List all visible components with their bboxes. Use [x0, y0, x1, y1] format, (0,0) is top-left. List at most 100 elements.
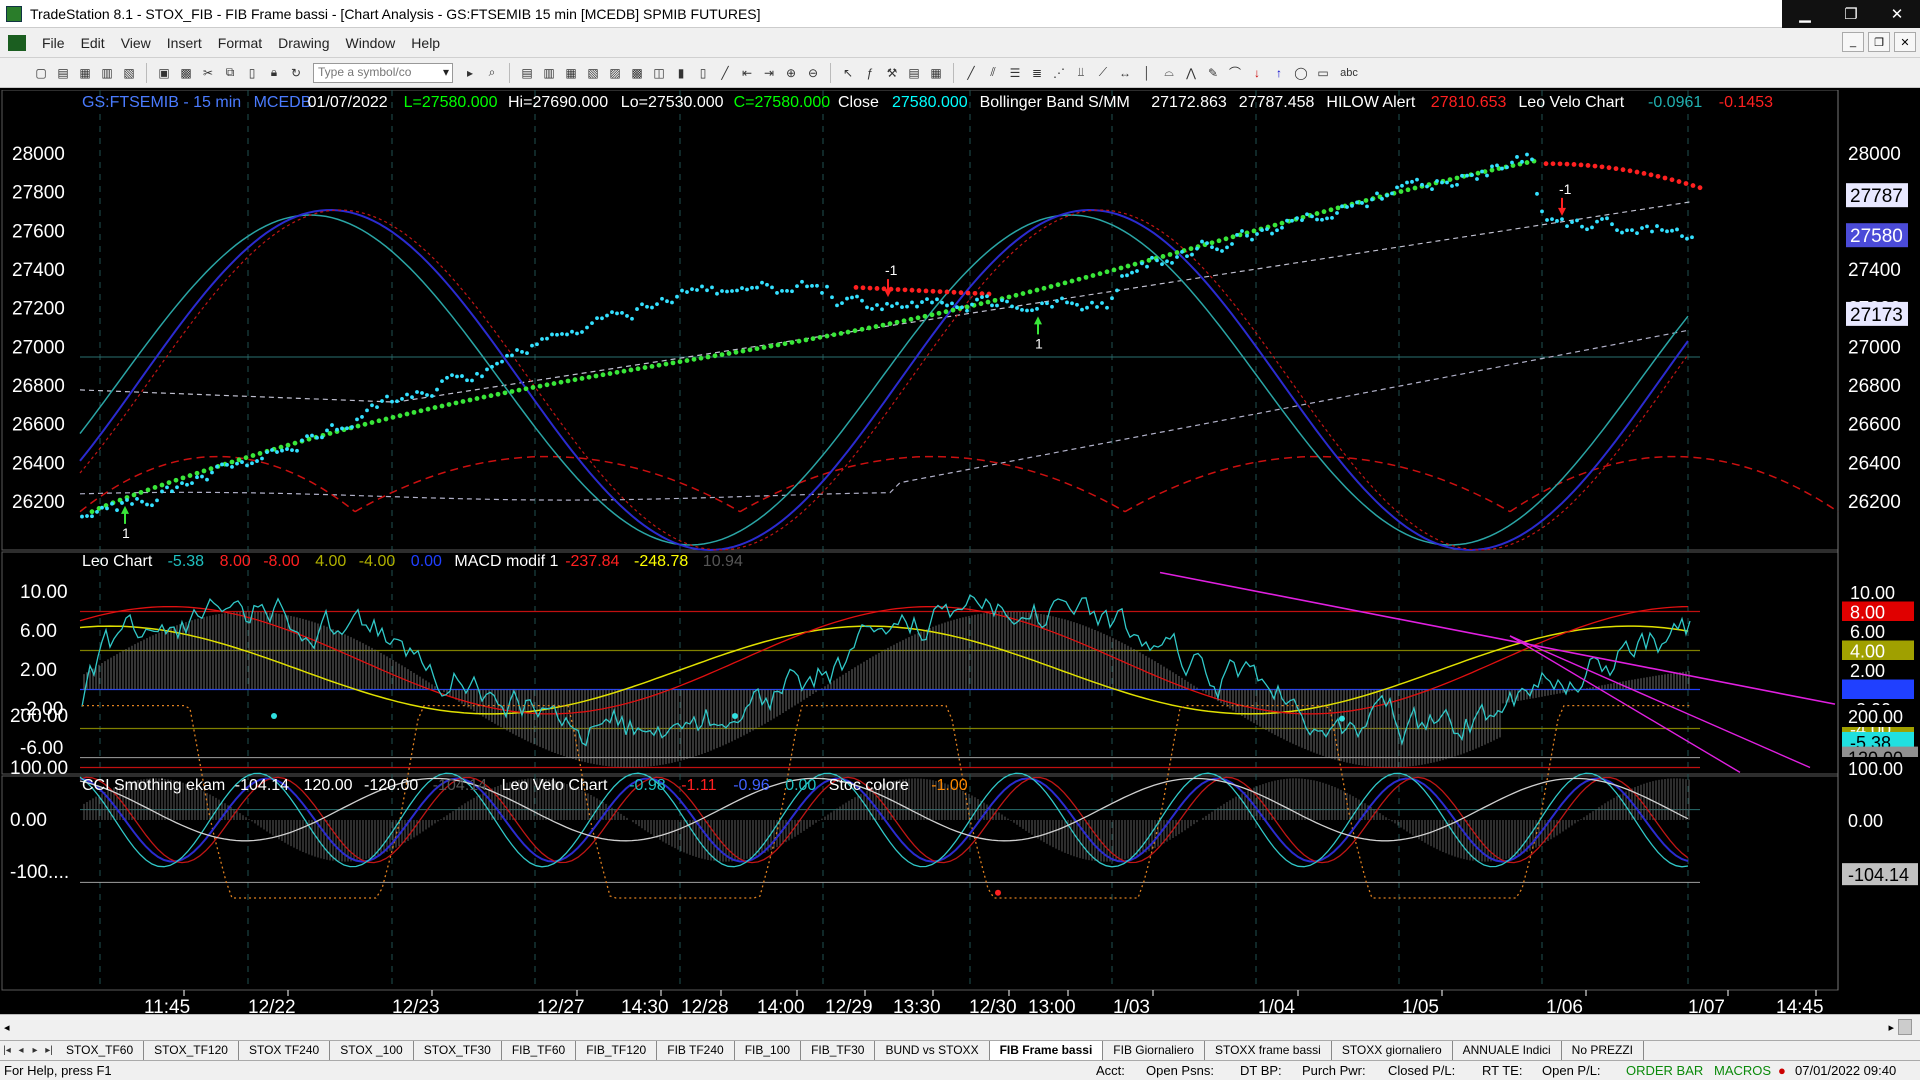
save-icon[interactable]: ▦: [76, 64, 94, 82]
lock-icon[interactable]: 🔒︎: [265, 64, 283, 82]
status-macros[interactable]: MACROS: [1714, 1063, 1771, 1078]
channel-icon[interactable]: ⫽: [984, 64, 1002, 82]
scanner-icon[interactable]: ▧: [584, 64, 602, 82]
mdi-minimize-button[interactable]: _: [1842, 32, 1864, 52]
optionstation-icon[interactable]: ◫: [650, 64, 668, 82]
tab-stox-tf60[interactable]: STOX_TF60: [56, 1040, 145, 1061]
chart-document-icon[interactable]: [8, 34, 26, 51]
horizontal-line-icon[interactable]: ☰: [1006, 64, 1024, 82]
measure-icon[interactable]: ↔: [1116, 64, 1134, 82]
play-arrow-icon[interactable]: ▸: [461, 64, 479, 82]
chart-icon[interactable]: ▤: [518, 64, 536, 82]
print-icon[interactable]: ▣: [155, 64, 173, 82]
symbol-input[interactable]: Type a symbol/co: [313, 62, 453, 83]
menu-view[interactable]: View: [113, 35, 159, 51]
menu-insert[interactable]: Insert: [159, 35, 210, 51]
paste-icon[interactable]: ▯: [243, 64, 261, 82]
regression-icon[interactable]: ⟋: [1094, 64, 1112, 82]
tab-fib-100[interactable]: FIB_100: [735, 1040, 802, 1061]
vertical-line-icon[interactable]: │: [1138, 64, 1156, 82]
arrow-up-icon[interactable]: ↑: [1270, 64, 1288, 82]
tab-fib-tf60[interactable]: FIB_TF60: [502, 1040, 577, 1061]
speed-line-icon[interactable]: ⋀: [1182, 64, 1200, 82]
tab-no-prezzi[interactable]: No PREZZI: [1562, 1040, 1645, 1061]
news-icon[interactable]: ▨: [606, 64, 624, 82]
price-close-dot: [1565, 224, 1569, 229]
text-tool-icon[interactable]: abc: [1336, 64, 1362, 82]
line-chart-icon[interactable]: ╱: [716, 64, 734, 82]
chart-analysis-window[interactable]: 2800028000278002780027600276002740027400…: [0, 90, 1920, 1014]
status-order-bar[interactable]: ORDER BAR: [1626, 1063, 1703, 1078]
menu-file[interactable]: File: [34, 35, 73, 51]
minimize-button[interactable]: ▁: [1782, 0, 1828, 28]
chart-scrollbar[interactable]: ◂ ▸: [0, 1014, 1920, 1040]
tab-stoxx-frame-bassi[interactable]: STOXX frame bassi: [1205, 1040, 1332, 1061]
new-file-icon[interactable]: ▢: [32, 64, 50, 82]
open-file-icon[interactable]: ▤: [54, 64, 72, 82]
pen-icon[interactable]: ✎: [1204, 64, 1222, 82]
scrollbar-thumb[interactable]: [1898, 1019, 1912, 1035]
trendline-icon[interactable]: ╱: [962, 64, 980, 82]
ellipse-icon[interactable]: ◯: [1292, 64, 1310, 82]
scroll-left-arrow-icon[interactable]: ◂: [4, 1021, 10, 1034]
print-preview-icon[interactable]: ▩: [177, 64, 195, 82]
menu-edit[interactable]: Edit: [73, 35, 113, 51]
mdi-close-button[interactable]: ✕: [1894, 32, 1916, 52]
chart-canvas[interactable]: 2800028000278002780027600276002740027400…: [0, 90, 1920, 1014]
tab-bund-vs-stoxx[interactable]: BUND vs STOXX: [875, 1040, 990, 1061]
tab-next-icon[interactable]: ▸: [28, 1045, 42, 1056]
zoom-out-icon[interactable]: ⊖: [804, 64, 822, 82]
tab-stox-tf240[interactable]: STOX TF240: [239, 1040, 331, 1061]
tab-prev-icon[interactable]: ◂: [14, 1045, 28, 1056]
tab-first-icon[interactable]: |◂: [0, 1045, 14, 1056]
arrow-down-icon[interactable]: ↓: [1248, 64, 1266, 82]
tab-fib-tf120[interactable]: FIB_TF120: [576, 1040, 658, 1061]
tab-fib-frame-bassi[interactable]: FIB Frame bassi: [989, 1040, 1104, 1061]
tab-stox-tf30[interactable]: STOX_TF30: [414, 1040, 502, 1061]
curve-icon[interactable]: ⌒: [1226, 64, 1244, 82]
mdi-restore-button[interactable]: ❐: [1868, 32, 1890, 52]
scroll-right-icon[interactable]: ⇥: [760, 64, 778, 82]
save-all-icon[interactable]: ▥: [98, 64, 116, 82]
tab-fib-giornaliero[interactable]: FIB Giornaliero: [1103, 1040, 1205, 1061]
tab-fib-tf30[interactable]: FIB_TF30: [801, 1040, 876, 1061]
pointer-icon[interactable]: ↖: [839, 64, 857, 82]
bar-chart-icon[interactable]: ▮: [672, 64, 690, 82]
time-axis-label: 12/23: [392, 997, 440, 1014]
close-button[interactable]: ✕: [1874, 0, 1920, 28]
tab-fib-tf240[interactable]: FIB TF240: [657, 1040, 735, 1061]
candle-chart-icon[interactable]: ▯: [694, 64, 712, 82]
refresh-icon[interactable]: ↻: [287, 64, 305, 82]
fib-arc-icon[interactable]: ⌓: [1160, 64, 1178, 82]
fib-retracement-icon[interactable]: ≣: [1028, 64, 1046, 82]
radar-icon[interactable]: ▥: [540, 64, 558, 82]
tab-stox-100[interactable]: STOX _100: [330, 1040, 414, 1061]
insert-indicator-icon[interactable]: ƒ: [861, 64, 879, 82]
matrix-icon[interactable]: ▦: [562, 64, 580, 82]
tab-stoxx-giornaliero[interactable]: STOXX giornaliero: [1332, 1040, 1453, 1061]
format-icon[interactable]: ▤: [905, 64, 923, 82]
menu-window[interactable]: Window: [338, 35, 404, 51]
tab-last-icon[interactable]: ▸|: [42, 1045, 56, 1056]
tab-annuale-indici[interactable]: ANNUALE Indici: [1453, 1040, 1562, 1061]
zoom-in-icon[interactable]: ⊕: [782, 64, 800, 82]
fib-fan-icon[interactable]: ⋰: [1050, 64, 1068, 82]
strategy-icon[interactable]: ⚒: [883, 64, 901, 82]
folder-icon[interactable]: ▧: [120, 64, 138, 82]
restore-button[interactable]: ❐: [1828, 0, 1874, 28]
cut-icon[interactable]: ✂: [199, 64, 217, 82]
scroll-left-icon[interactable]: ⇤: [738, 64, 756, 82]
scroll-right-arrow-icon[interactable]: ▸: [1888, 1021, 1894, 1034]
chart-header-item: Leo Velo Chart: [1518, 94, 1624, 111]
rectangle-icon[interactable]: ▭: [1314, 64, 1332, 82]
tab-stox-tf120[interactable]: STOX_TF120: [144, 1040, 239, 1061]
menu-drawing[interactable]: Drawing: [270, 35, 337, 51]
options-icon[interactable]: ▩: [628, 64, 646, 82]
andrews-pitchfork-icon[interactable]: ⫫: [1072, 64, 1090, 82]
price-close-dot: [540, 337, 544, 341]
properties-icon[interactable]: ▦: [927, 64, 945, 82]
menu-format[interactable]: Format: [210, 35, 270, 51]
copy-icon[interactable]: ⧉: [221, 64, 239, 82]
symbol-lookup-icon[interactable]: ⌕: [483, 64, 501, 82]
menu-help[interactable]: Help: [403, 35, 448, 51]
